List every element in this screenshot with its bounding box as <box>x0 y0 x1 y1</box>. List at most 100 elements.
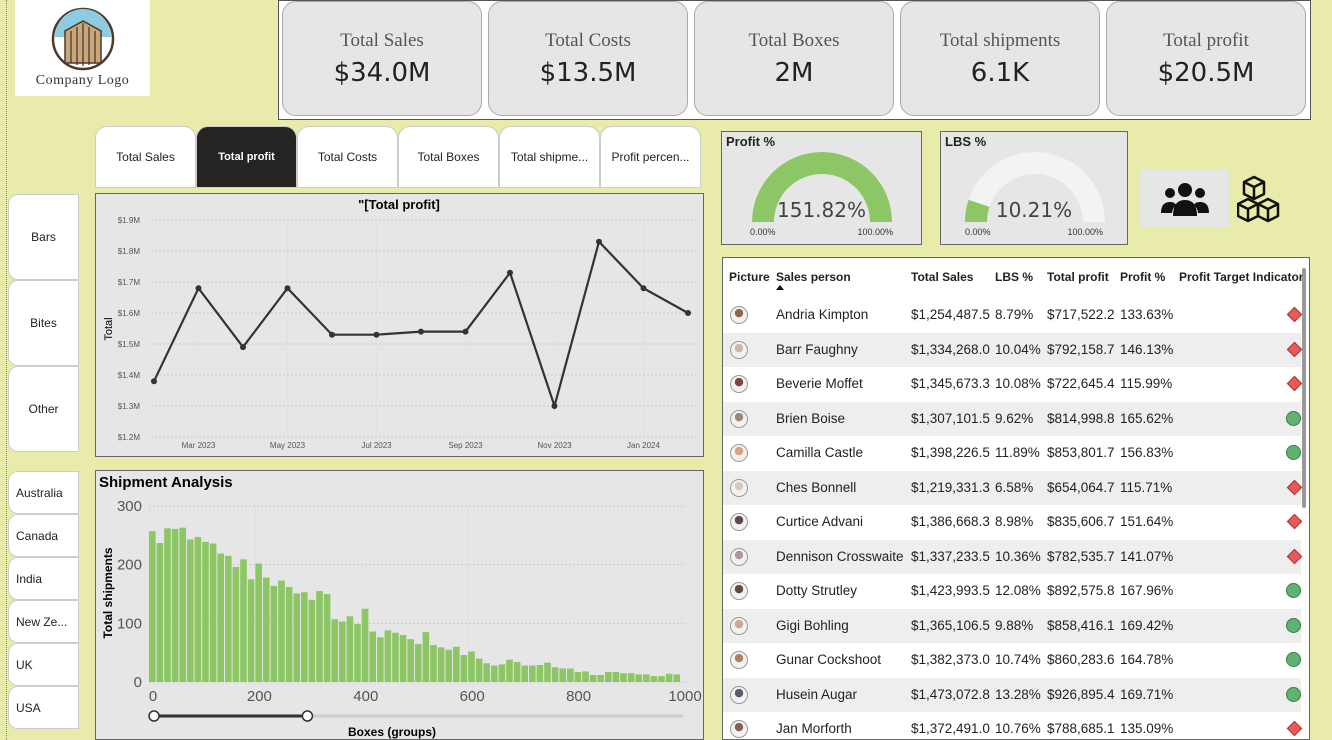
histogram-bar <box>635 674 642 682</box>
total-sales-cell: $1,382,373.0 <box>911 652 990 667</box>
column-header-profit-target-indicator[interactable]: Profit Target Indicator <box>1179 270 1303 284</box>
y-tick-label: $1.5M <box>118 340 141 349</box>
histogram-bar <box>278 580 285 682</box>
total-sales-cell: $1,372,491.0 <box>911 721 990 736</box>
y-tick-label: 200 <box>117 557 142 574</box>
tab-total-costs[interactable]: Total Costs <box>297 126 398 188</box>
histogram-bar <box>643 674 650 682</box>
histogram-bar <box>437 647 445 682</box>
boxes-button[interactable] <box>1236 174 1289 224</box>
lbs-percent-cell: 10.04% <box>995 341 1041 357</box>
sales-person-cell: Curtice Advani <box>776 514 864 529</box>
histogram-bar <box>149 531 156 682</box>
table-row[interactable]: Beverie Moffet $1,345,673.3 10.08% $722,645… <box>723 367 1303 402</box>
table-row[interactable]: Dennison Crosswaite $1,337,233.5 10.36% $78… <box>723 539 1303 574</box>
histogram-bar <box>187 539 194 682</box>
table-row[interactable]: Andria Kimpton $1,254,487.5 8.79% $717,522.… <box>723 298 1303 333</box>
profit-percent-gauge: Profit % 151.82% 0.00% 100.00% <box>721 131 922 245</box>
people-button[interactable] <box>1140 170 1229 227</box>
lbs-percent-cell: 6.58% <box>995 479 1034 495</box>
histogram-bar <box>308 599 316 682</box>
table-row[interactable]: Curtice Advani $1,386,668.3 8.98% $835,606.… <box>723 505 1303 540</box>
avatar <box>730 444 748 462</box>
histogram-bar <box>597 674 604 682</box>
category-button-other[interactable]: Other <box>8 366 79 452</box>
histogram-bar <box>665 673 673 682</box>
column-header-lbs-percent[interactable]: LBS % <box>995 270 1033 284</box>
tab-total-profit[interactable]: Total profit <box>196 126 297 188</box>
histogram-bar <box>407 639 414 682</box>
x-tick-label: May 2023 <box>270 441 306 450</box>
country-button-usa[interactable]: USA <box>8 686 79 729</box>
table-header: Picture Sales person Total Sales LBS % T… <box>723 266 1309 296</box>
table-scrollbar[interactable] <box>1302 268 1306 508</box>
table-row[interactable]: Gunar Cockshoot $1,382,373.0 10.74% $860,28… <box>723 643 1301 678</box>
boxes-icon <box>1236 175 1280 223</box>
below-target-indicator-icon <box>1286 341 1303 357</box>
sales-person-cell: Gigi Bohling <box>776 617 849 633</box>
x-tick-label: Nov 2023 <box>537 441 572 450</box>
sales-person-cell: Camilla Castle <box>776 445 864 460</box>
histogram-bar <box>270 585 278 682</box>
total-profit-cell: $717,522.2 <box>1047 307 1115 322</box>
lbs-percent-cell: 9.88% <box>995 617 1034 633</box>
lbs-percent-cell: 10.74% <box>995 652 1041 667</box>
sales-person-cell: Gunar Cockshoot <box>776 652 882 667</box>
table-row[interactable]: Jan Morforth $1,372,491.0 10.76% $788,685.1… <box>723 712 1303 739</box>
histogram-bar <box>506 659 513 682</box>
table-row[interactable]: Husein Augar $1,473,072.8 13.28% $926,895.4… <box>723 677 1301 712</box>
tab-profit-percent[interactable]: Profit percen... <box>600 126 701 188</box>
country-button-new-zealand[interactable]: New Ze... <box>8 600 79 643</box>
country-button-australia[interactable]: Australia <box>8 471 79 514</box>
table-row[interactable]: Gigi Bohling $1,365,106.5 9.88% $858,416.1 1… <box>723 608 1301 643</box>
sales-person-cell: Brien Boise <box>776 410 846 426</box>
tab-total-shipments[interactable]: Total shipme... <box>499 126 600 188</box>
total-sales-cell: $1,337,233.5 <box>911 548 990 564</box>
total-sales-cell: $1,423,993.5 <box>911 583 990 598</box>
histogram-bar <box>263 577 270 682</box>
profit-percent-cell: 156.83% <box>1120 445 1174 460</box>
profit-percent-cell: 115.99% <box>1120 376 1173 391</box>
histogram-bar <box>240 559 247 682</box>
tab-total-boxes[interactable]: Total Boxes <box>398 126 499 188</box>
total-profit-cell: $792,158.7 <box>1047 341 1115 357</box>
slider-handle-min[interactable] <box>148 710 160 722</box>
category-button-bites[interactable]: Bites <box>8 280 79 366</box>
column-header-profit-percent[interactable]: Profit % <box>1120 270 1165 284</box>
profit-percent-cell: 141.07% <box>1120 548 1174 564</box>
slider-handle-max[interactable] <box>301 710 314 722</box>
column-header-sales-person[interactable]: Sales person <box>776 270 851 284</box>
profit-percent-cell: 164.78% <box>1120 652 1174 667</box>
total-sales-cell: $1,219,331.3 <box>911 479 990 495</box>
avatar <box>730 340 748 359</box>
kpi-card-total-sales: Total Sales $34.0M <box>282 1 482 116</box>
table-row[interactable]: Brien Boise $1,307,101.5 9.62% $814,998.8 16… <box>723 401 1301 436</box>
table-row[interactable]: Camilla Castle $1,398,226.5 11.89% $853,801… <box>723 436 1301 471</box>
table-row[interactable]: Barr Faughny $1,334,268.0 10.04% $792,158.7… <box>723 332 1303 367</box>
gauge-value: 151.82% <box>777 198 866 222</box>
histogram-bar <box>392 632 399 682</box>
table-row[interactable]: Dotty Strutley $1,423,993.5 12.08% $892,575… <box>723 574 1301 609</box>
histogram-bar <box>422 632 430 682</box>
avatar <box>730 375 748 393</box>
histogram-bar <box>605 672 612 682</box>
total-profit-cell: $835,606.7 <box>1047 514 1115 529</box>
tab-total-sales[interactable]: Total Sales <box>95 126 196 188</box>
category-button-bars[interactable]: Bars <box>8 194 79 280</box>
gauge-max-label: 100.00% <box>857 227 893 237</box>
country-button-india[interactable]: India <box>8 557 79 600</box>
kpi-value: 2M <box>774 58 814 88</box>
table-row[interactable]: Ches Bonnell $1,219,331.3 6.58% $654,064.7 1… <box>723 470 1303 505</box>
country-button-uk[interactable]: UK <box>8 643 79 686</box>
histogram-bar <box>658 676 665 682</box>
column-header-picture[interactable]: Picture <box>729 270 770 284</box>
column-header-total-sales[interactable]: Total Sales <box>911 270 973 284</box>
country-button-canada[interactable]: Canada <box>8 514 79 557</box>
histogram-bar <box>445 649 452 682</box>
column-header-total-profit[interactable]: Total profit <box>1047 270 1109 284</box>
data-point <box>507 269 513 276</box>
y-tick-label: $1.2M <box>118 433 141 442</box>
metric-tabs: Total Sales Total profit Total Costs Tot… <box>95 126 701 188</box>
profit-percent-cell: 135.09% <box>1120 721 1174 736</box>
histogram-bar <box>285 586 293 682</box>
